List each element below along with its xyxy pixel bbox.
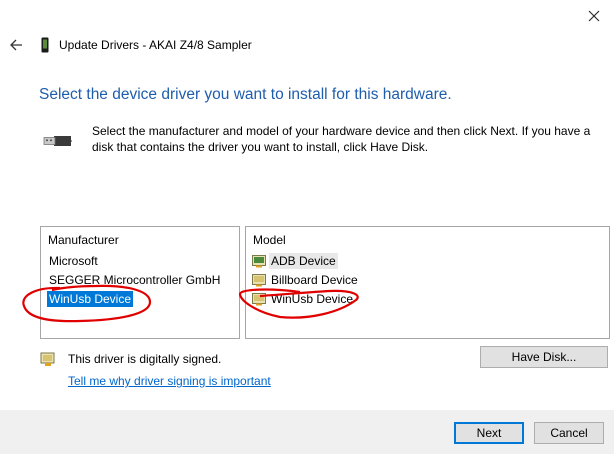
back-arrow-icon [10,39,22,51]
window-title: Update Drivers - AKAI Z4/8 Sampler [59,38,252,52]
instructions-text: Select the manufacturer and model of you… [92,124,591,154]
driver-signing-link[interactable]: Tell me why driver signing is important [68,374,271,388]
have-disk-button[interactable]: Have Disk... [480,346,608,368]
model-header: Model [253,233,286,247]
phone-device-icon [40,37,50,58]
close-button[interactable] [584,6,604,26]
next-button[interactable]: Next [454,422,524,444]
manufacturer-header: Manufacturer [48,233,119,247]
model-item-label: Billboard Device [271,273,358,287]
manufacturer-item-segger[interactable]: SEGGER Microcontroller GmbH [47,272,222,288]
usb-plug-icon [40,131,72,156]
page-heading: Select the device driver you want to ins… [39,86,452,103]
model-item-label: WinUsb Device [271,292,354,306]
signed-driver-icon [252,292,266,305]
signed-driver-icon [252,254,266,267]
model-item-winusb[interactable]: WinUsb Device [252,291,355,307]
model-item-label: ADB Device [269,253,338,269]
manufacturer-item-winusb[interactable]: WinUsb Device [47,291,134,307]
signed-driver-icon [252,273,266,286]
signed-driver-icon [40,352,56,373]
model-item-adb[interactable]: ADB Device [252,253,338,269]
model-item-billboard[interactable]: Billboard Device [252,272,360,288]
cancel-button[interactable]: Cancel [534,422,604,444]
close-icon [588,10,600,22]
manufacturer-list[interactable]: Manufacturer Microsoft SEGGER Microcontr… [40,226,240,339]
model-list[interactable]: Model ADB Device Billboard Device WinUsb… [245,226,610,339]
back-button[interactable] [6,34,28,56]
manufacturer-item-microsoft[interactable]: Microsoft [47,253,100,269]
signature-status-text: This driver is digitally signed. [68,352,222,366]
